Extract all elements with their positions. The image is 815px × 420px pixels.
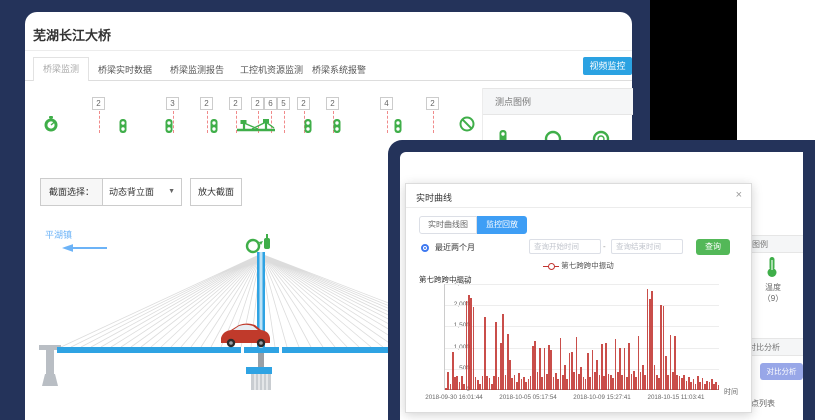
sensor-count-badge: 2 bbox=[251, 97, 264, 110]
sensor-count-badge: 2 bbox=[426, 97, 439, 110]
last-two-months-radio[interactable] bbox=[421, 244, 429, 252]
leader-line bbox=[387, 111, 388, 133]
sensor-count-badge: 2 bbox=[326, 97, 339, 110]
screen: 芜湖长江大桥 桥梁监测 桥梁实时数据 桥梁监测报告 工控机资源监测 桥梁系统报警… bbox=[0, 0, 815, 420]
forbidden-sensor-icon[interactable] bbox=[458, 115, 476, 133]
left-arrow-icon bbox=[65, 246, 107, 251]
start-time-input[interactable] bbox=[529, 239, 601, 254]
page-title: 芜湖长江大桥 bbox=[33, 25, 111, 44]
speed-sensor-icon[interactable] bbox=[42, 115, 60, 133]
sensor-count-badge: 6 bbox=[264, 97, 277, 110]
sensor-count-badge: 2 bbox=[200, 97, 213, 110]
modal-header: 实时曲线 × bbox=[406, 184, 751, 208]
chart-legend[interactable]: 第七跨跨中振动 bbox=[406, 260, 751, 271]
last-two-months-label: 最近两个月 bbox=[435, 242, 475, 253]
realtime-curve-modal: 实时曲线 × 实时曲线图 监控回放 最近两个月 - 查询 第七跨跨中振动 bbox=[405, 183, 752, 413]
legend-marker-icon bbox=[543, 263, 559, 270]
legend-panel: 测点图例 bbox=[482, 88, 632, 148]
x-axis-tick: 2018-10-09 15:27:41 bbox=[573, 394, 630, 401]
playback-page: 测点图例 温度 （9） 对比分析 对比分析 隐藏测点列表 实时曲线 × 实时曲线… bbox=[400, 152, 803, 420]
compare-analysis-button[interactable]: 对比分析 bbox=[760, 363, 803, 380]
link-sensor-icon[interactable] bbox=[205, 117, 223, 135]
background-window-corner bbox=[737, 0, 815, 143]
modal-tabs: 实时曲线图 监控回放 bbox=[419, 216, 527, 234]
bridge-pier-cap bbox=[246, 367, 272, 374]
tab-monitor-playback[interactable]: 监控回放 bbox=[477, 216, 527, 234]
tabs-divider bbox=[25, 80, 632, 81]
sensor-count-badge: 3 bbox=[166, 97, 179, 110]
tab-realtime-data[interactable]: 桥梁实时数据 bbox=[98, 63, 152, 76]
x-axis-tick: 2018-10-15 11:03:41 bbox=[648, 394, 705, 401]
enlarge-section-button[interactable]: 放大截面 bbox=[190, 178, 242, 206]
sensor-count-badge: 5 bbox=[277, 97, 290, 110]
temperature-count: （9） bbox=[752, 293, 794, 304]
chevron-down-icon: ▼ bbox=[168, 179, 175, 205]
tab-system-alarm[interactable]: 桥梁系统报警 bbox=[312, 63, 366, 76]
tab-ipc-resource[interactable]: 工控机资源监测 bbox=[240, 63, 303, 76]
sensor-count-badge: 4 bbox=[380, 97, 393, 110]
leader-line bbox=[99, 111, 100, 133]
tab-bridge-monitor[interactable]: 桥梁监测 bbox=[33, 57, 89, 81]
leader-line bbox=[284, 111, 285, 133]
link-sensor-icon[interactable] bbox=[389, 117, 407, 135]
leader-line bbox=[433, 111, 434, 133]
tab-realtime-curve[interactable]: 实时曲线图 bbox=[419, 216, 477, 234]
section-selector: 截面选择： 动态背立面 ▼ bbox=[40, 178, 182, 206]
rotation-sensor-icon bbox=[247, 240, 263, 252]
link-sensor-icon[interactable] bbox=[114, 117, 132, 135]
section-dropdown[interactable]: 动态背立面 ▼ bbox=[103, 179, 181, 205]
header-divider bbox=[25, 50, 632, 51]
section-selector-label: 截面选择： bbox=[41, 179, 103, 205]
tab-monitor-report[interactable]: 桥梁监测报告 bbox=[170, 63, 224, 76]
sensor-count-badge: 2 bbox=[297, 97, 310, 110]
video-monitor-button[interactable]: 视频监控 bbox=[583, 57, 632, 75]
vibration-chart[interactable] bbox=[444, 284, 719, 390]
section-dropdown-value: 动态背立面 bbox=[109, 179, 154, 205]
x-axis-label: 时间 bbox=[724, 387, 738, 397]
bridge-tower-lower bbox=[258, 353, 264, 369]
link-sensor-icon[interactable] bbox=[160, 117, 178, 135]
temperature-icon[interactable] bbox=[766, 256, 778, 283]
end-time-input[interactable] bbox=[611, 239, 683, 254]
x-axis-tick: 2018-10-05 05:17:54 bbox=[499, 394, 556, 401]
black-backdrop bbox=[650, 0, 737, 143]
sensor-count-badge: 2 bbox=[229, 97, 242, 110]
range-separator: - bbox=[603, 242, 606, 251]
query-button[interactable]: 查询 bbox=[696, 239, 730, 255]
x-axis-tick: 2018-09-30 16:01:44 bbox=[425, 394, 482, 401]
temperature-label: 温度 bbox=[752, 282, 794, 293]
link-sensor-icon[interactable] bbox=[328, 117, 346, 135]
legend-panel-title: 测点图例 bbox=[483, 88, 633, 115]
close-icon[interactable]: × bbox=[736, 189, 742, 201]
flag-sensor-icon bbox=[264, 234, 270, 249]
link-sensor-icon[interactable] bbox=[299, 117, 317, 135]
modal-title: 实时曲线 bbox=[416, 191, 452, 204]
playback-window: 测点图例 温度 （9） 对比分析 对比分析 隐藏测点列表 实时曲线 × 实时曲线… bbox=[388, 140, 815, 420]
bridge-pier-column bbox=[251, 374, 271, 390]
sensor-count-badge: 2 bbox=[92, 97, 105, 110]
bridge-sensor-icon[interactable] bbox=[236, 117, 276, 135]
